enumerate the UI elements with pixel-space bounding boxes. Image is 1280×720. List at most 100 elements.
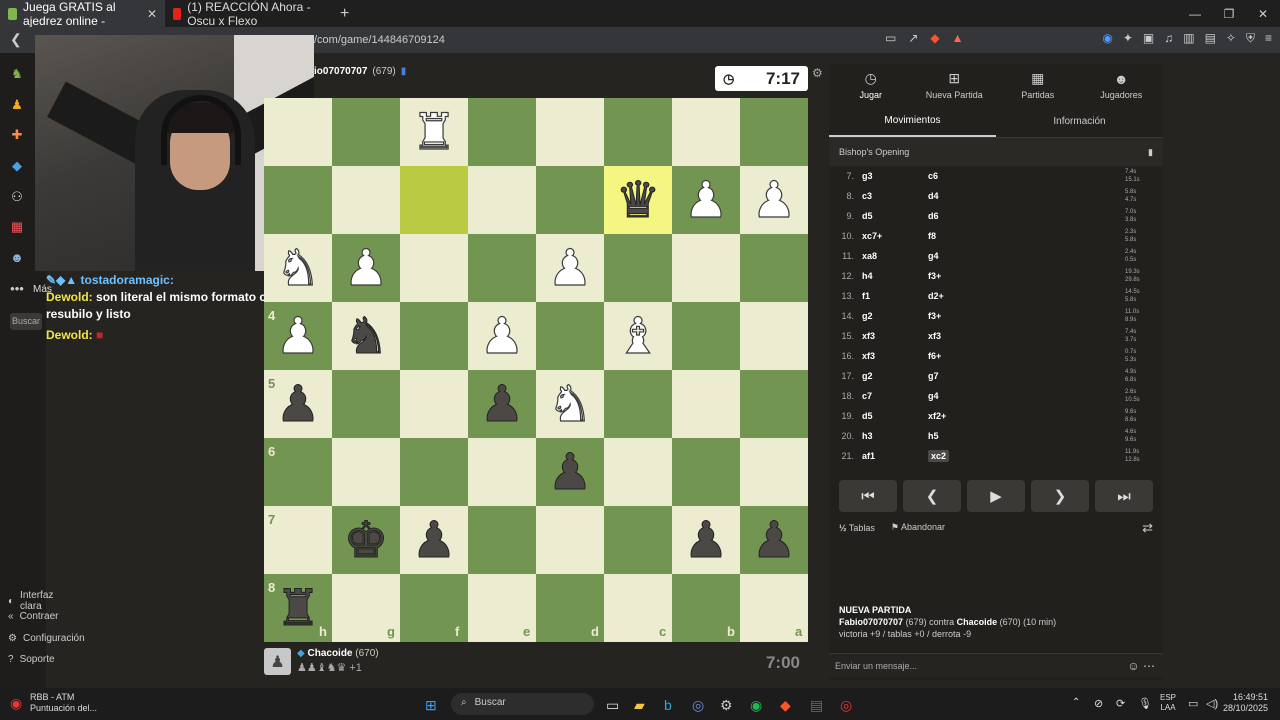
white-move[interactable]: c3 [862,191,928,201]
tab-players[interactable]: ☻ Jugadores [1080,64,1164,106]
board-square[interactable] [332,166,400,234]
wallet-icon[interactable]: ▤ [1205,31,1216,46]
browser-tab-youtube[interactable]: (1) REACCIÓN Ahora - Oscu x Flexo [165,0,330,28]
board-square[interactable] [740,234,808,302]
spotify-icon[interactable]: ◉ [750,697,762,714]
black-move[interactable]: d6 [928,211,1058,221]
first-move-button[interactable]: ⏮ [839,480,897,512]
black-move[interactable]: f6+ [928,351,1058,361]
board-square[interactable] [740,98,808,166]
board-square[interactable]: ♞ [536,370,604,438]
white-move[interactable]: g2 [862,371,928,381]
board-square[interactable]: ♟ [400,506,468,574]
white-move[interactable]: xc7+ [862,231,928,241]
subtab-moves[interactable]: Movimientos [829,106,996,137]
board-square[interactable] [672,234,740,302]
white-pawn-icon[interactable]: ♟ [547,242,593,293]
brave-rewards-icon[interactable]: ▲ [952,31,964,45]
clock[interactable]: 16:49:51 28/10/2025 [1223,692,1268,714]
taskbar-search[interactable]: ⌕ Buscar [451,693,594,715]
maximize-icon[interactable]: ❐ [1212,0,1246,27]
streaming-app-icon[interactable]: ▤ [810,697,823,714]
black-pawn-icon[interactable]: ♟ [683,515,729,566]
board-square[interactable]: ♟ [536,234,604,302]
white-move[interactable]: xf3 [862,331,928,341]
white-move[interactable]: h3 [862,431,928,441]
sidebar-toggle-icon[interactable]: ▥ [1183,31,1194,46]
board-square[interactable] [468,98,536,166]
black-move[interactable]: f8 [928,231,1058,241]
board-square[interactable]: ♟ [740,166,808,234]
white-move[interactable]: c7 [862,391,928,401]
white-bishop-icon[interactable]: ♝ [615,310,661,361]
board-square[interactable] [332,370,400,438]
white-move[interactable]: f1 [862,291,928,301]
board-square[interactable] [604,370,672,438]
sidebar-search-input[interactable]: Buscar [10,313,42,330]
black-move[interactable]: g4 [928,251,1058,261]
microphone-icon[interactable]: 🎙 [1138,697,1152,710]
close-tab-icon[interactable]: ✕ [147,7,157,21]
white-move[interactable]: xa8 [862,251,928,261]
board-square[interactable] [264,98,332,166]
board-square[interactable] [400,370,468,438]
board-square[interactable] [264,166,332,234]
board-square[interactable] [468,166,536,234]
board-square[interactable] [740,302,808,370]
windows-start-icon[interactable]: ⊞ [425,697,437,714]
white-move[interactable]: af1 [862,451,928,461]
board-square[interactable] [468,438,536,506]
board-square[interactable] [536,98,604,166]
bing-icon[interactable]: b [664,697,672,713]
board-square[interactable]: ♜ [400,98,468,166]
avatar[interactable]: ♟ [264,648,291,675]
chrome-icon[interactable]: ◎ [840,697,852,714]
black-knight-icon[interactable]: ♞ [343,311,389,362]
black-move[interactable]: xf3 [928,331,1058,341]
top-player-name[interactable]: io07070707 [314,66,367,77]
tab-games[interactable]: ▦ Partidas [996,64,1080,106]
board-square[interactable]: ♛ [604,166,672,234]
draw-button[interactable]: ½ Tablas [839,523,875,533]
white-move[interactable]: d5 [862,211,928,221]
board-square[interactable]: ♞ [264,234,332,302]
last-move-button[interactable]: ⏭ [1095,480,1153,512]
volume-icon[interactable]: ◁) [1206,697,1218,710]
news-icon[interactable]: ▦ [8,218,26,236]
black-pawn-icon[interactable]: ♟ [275,379,321,430]
tab-new-game[interactable]: ⊞ Nueva Partida [913,64,997,106]
black-move[interactable]: c6 [928,171,1058,181]
sidebar-settings[interactable]: ⚙ Configuración [8,633,85,644]
new-tab-icon[interactable]: + [330,5,359,23]
white-pawn-icon[interactable]: ♟ [683,174,729,225]
white-rook-icon[interactable]: ♜ [411,106,457,157]
play-moves-button[interactable]: ▶ [967,480,1025,512]
board-square[interactable] [400,302,468,370]
tab-play[interactable]: ◷ Jugar [829,64,913,106]
black-move[interactable]: g7 [928,371,1058,381]
white-pawn-icon[interactable]: ♟ [343,242,389,293]
white-pawn-icon[interactable]: ♟ [479,310,525,361]
white-pawn-icon[interactable]: ♟ [751,174,797,225]
screenshot-icon[interactable]: ▣ [1143,31,1154,46]
black-move[interactable]: h5 [928,431,1058,441]
language-indicator[interactable]: ESP LAA [1160,693,1176,713]
white-pawn-icon[interactable]: ♟ [275,310,321,361]
extensions-icon[interactable]: ✦ [1123,31,1133,46]
game-player2[interactable]: Chacoide [957,617,998,627]
leo-ai-icon[interactable]: ✧ [1226,31,1236,46]
subtab-info[interactable]: Información [996,106,1163,137]
black-move[interactable]: g4 [928,391,1058,401]
white-move[interactable]: h4 [862,271,928,281]
vpn-icon[interactable]: ⛨ [1246,31,1255,46]
prev-move-button[interactable]: ❮ [903,480,961,512]
bottom-player-name[interactable]: Chacoide [307,648,352,659]
board-square[interactable] [332,98,400,166]
black-move[interactable]: xf2+ [928,411,1058,421]
tray-expand-icon[interactable]: ⌃ [1072,697,1080,708]
white-move[interactable]: d5 [862,411,928,421]
opening-name[interactable]: Bishop's Opening [839,147,909,157]
sidebar-support[interactable]: ? Soporte [8,654,55,665]
browser-tab-chess[interactable]: Juega GRATIS al ajedrez online - ✕ [0,0,165,28]
board-square[interactable] [400,166,468,234]
